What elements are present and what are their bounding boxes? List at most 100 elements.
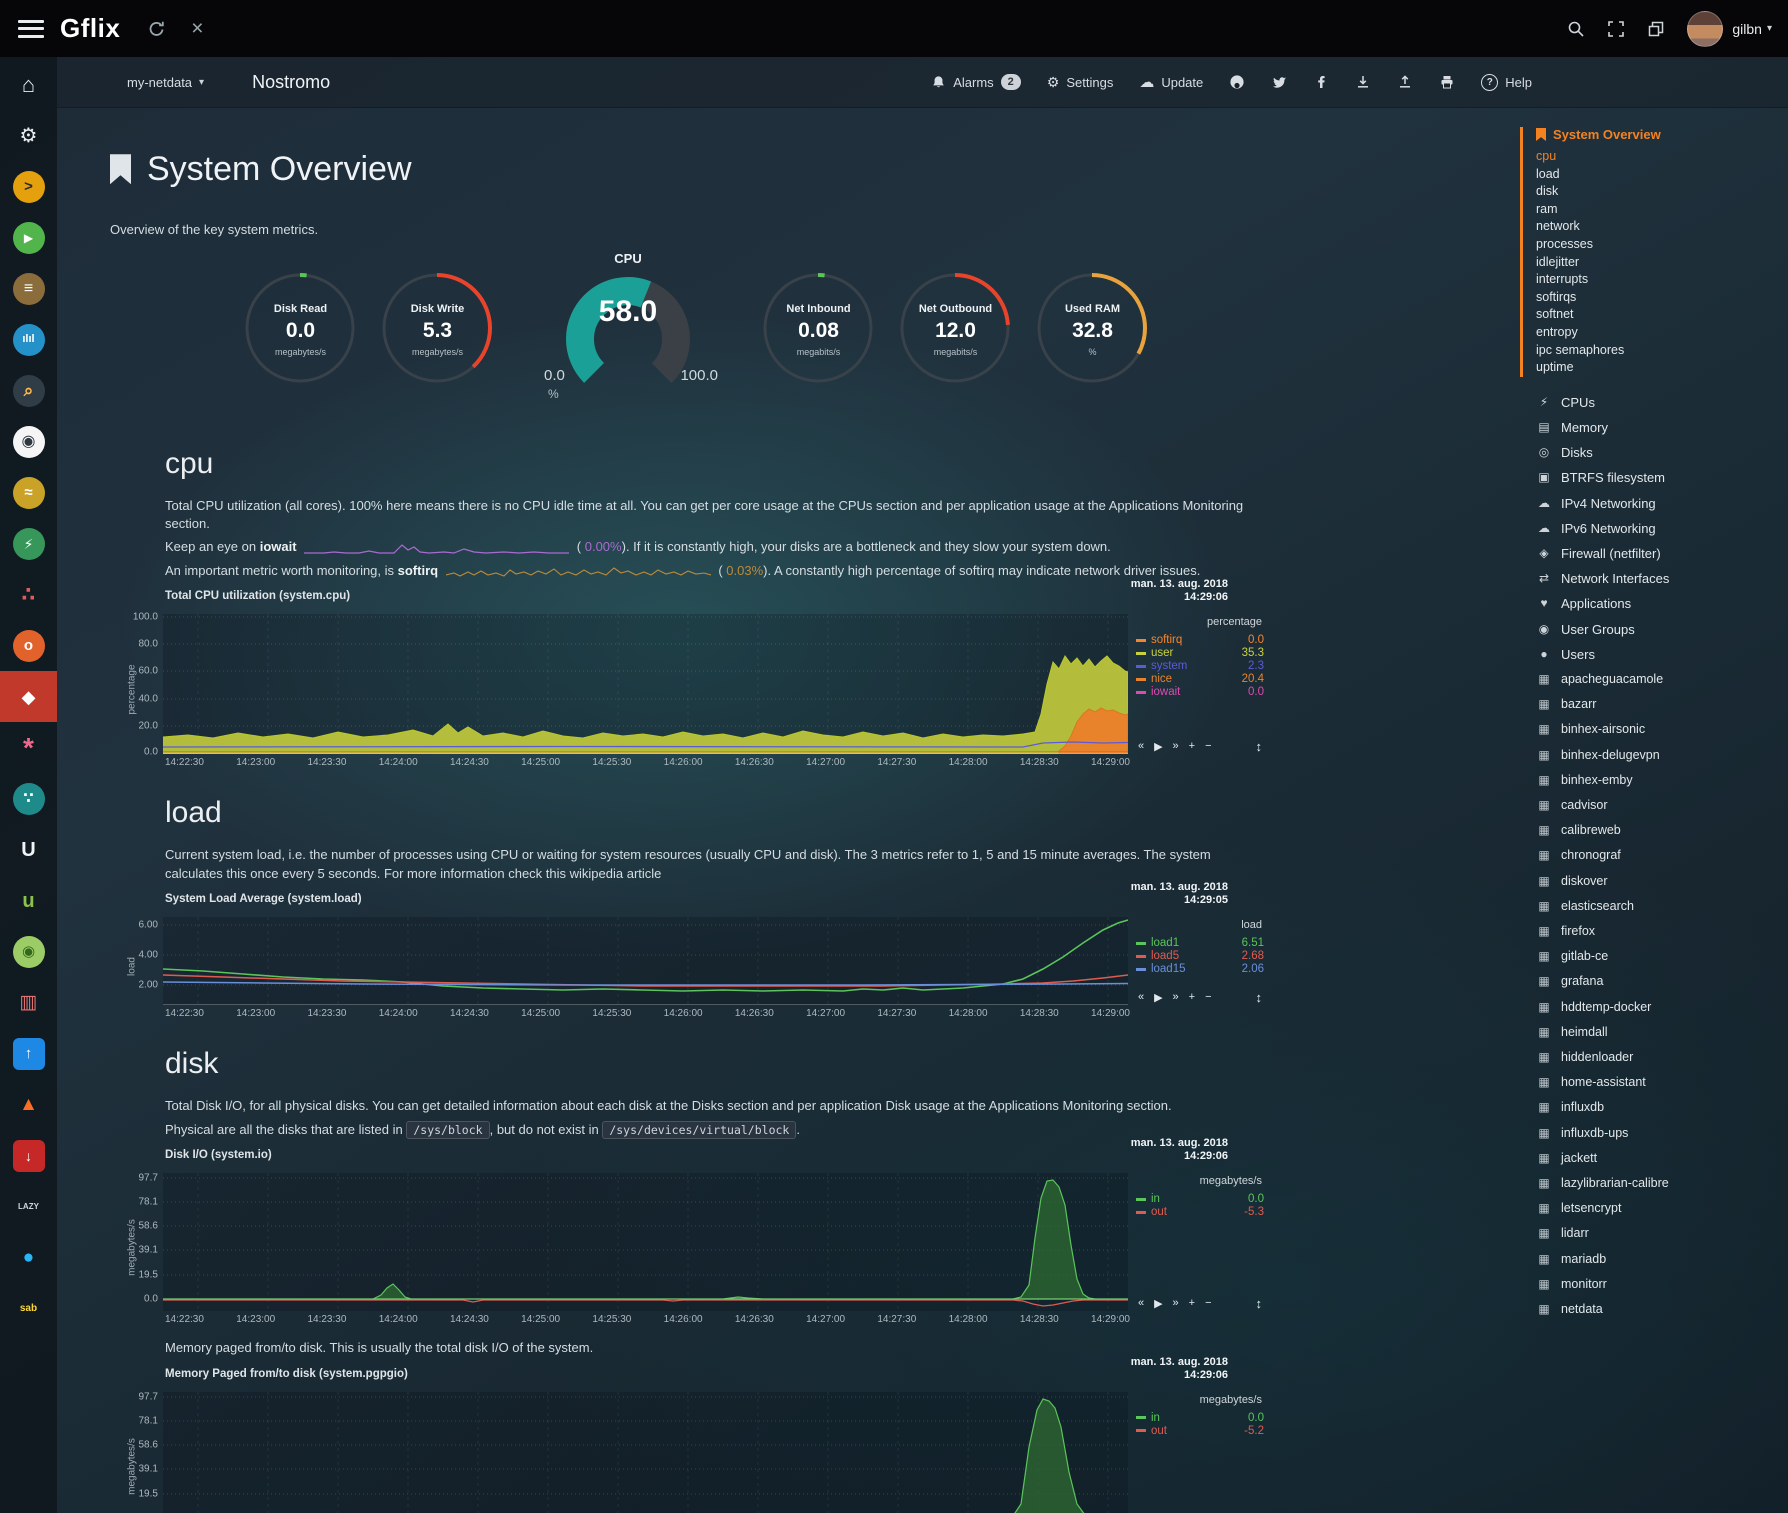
bazarr-icon[interactable]: ≈	[0, 467, 57, 518]
menu-subitem[interactable]: softnet	[1536, 306, 1788, 324]
softirq-sparkline[interactable]	[446, 564, 711, 578]
chart-toolbox-button[interactable]: «	[1138, 991, 1144, 1004]
search-icon[interactable]	[1567, 20, 1585, 38]
load-chart-plot[interactable]	[163, 917, 1128, 1005]
menu-subitem[interactable]: idlejitter	[1536, 254, 1788, 272]
menu-section-item[interactable]: ☁ IPv6 Networking	[1536, 516, 1788, 541]
menu-app-item[interactable]: ▦ hddtemp-docker	[1536, 995, 1788, 1020]
fullscreen-icon[interactable]	[1607, 20, 1625, 38]
chart-toolbox-button[interactable]: −	[1205, 740, 1211, 753]
menu-subitem[interactable]: ram	[1536, 201, 1788, 219]
chart-toolbox-button[interactable]: +	[1189, 991, 1195, 1004]
airsonic-icon[interactable]: ılıl	[0, 314, 57, 365]
menu-app-item[interactable]: ▦ lidarr	[1536, 1221, 1788, 1246]
menu-subitem[interactable]: load	[1536, 166, 1788, 184]
menu-subitem[interactable]: disk	[1536, 183, 1788, 201]
update-button[interactable]: ☁ Update	[1139, 73, 1203, 91]
calibre-icon[interactable]: ≡	[0, 263, 57, 314]
menu-subitem[interactable]: network	[1536, 218, 1788, 236]
home-icon[interactable]: ⌂	[0, 59, 57, 110]
unraid-icon[interactable]: U	[0, 824, 57, 875]
menu-app-item[interactable]: ▦ netdata	[1536, 1297, 1788, 1322]
menu-subitem[interactable]: processes	[1536, 236, 1788, 254]
menu-app-item[interactable]: ▦ bazarr	[1536, 692, 1788, 717]
netdata-icon[interactable]: ◆	[0, 671, 57, 722]
chart-toolbox-button[interactable]: −	[1205, 1297, 1211, 1310]
linuxserver-icon[interactable]: ∴	[0, 569, 57, 620]
menu-app-item[interactable]: ▦ mariadb	[1536, 1247, 1788, 1272]
chart-toolbox-button[interactable]: ▶	[1154, 740, 1162, 753]
legend-row[interactable]: load15 2.06	[1136, 963, 1264, 975]
menu-app-item[interactable]: ▦ heimdall	[1536, 1020, 1788, 1045]
legend-row[interactable]: load5 2.68	[1136, 950, 1264, 962]
twitter-icon[interactable]	[1271, 74, 1287, 90]
menu-app-item[interactable]: ▦ grafana	[1536, 969, 1788, 994]
filebrowser-icon[interactable]: ↑	[0, 1028, 57, 1079]
username-menu[interactable]: gilbn ▾	[1732, 21, 1772, 37]
menu-section-item[interactable]: ⇄ Network Interfaces	[1536, 566, 1788, 591]
meter-icon[interactable]: ▥	[0, 977, 57, 1028]
chart-toolbox-button[interactable]: +	[1189, 740, 1195, 753]
chart-toolbox-button[interactable]: ▶	[1154, 1297, 1162, 1310]
menu-subitem[interactable]: uptime	[1536, 359, 1788, 377]
legend-row[interactable]: system 2.3	[1136, 660, 1264, 672]
refresh-icon[interactable]	[148, 20, 165, 37]
menu-app-item[interactable]: ▦ cadvisor	[1536, 793, 1788, 818]
pgpgio-chart-plot[interactable]	[163, 1392, 1128, 1513]
chart-toolbox-button[interactable]: −	[1205, 991, 1211, 1004]
alarms-button[interactable]: Alarms 2	[931, 74, 1021, 90]
menu-app-item[interactable]: ▦ influxdb	[1536, 1095, 1788, 1120]
menu-app-item[interactable]: ▦ lazylibrarian-calibre	[1536, 1171, 1788, 1196]
export-snapshot-icon[interactable]	[1397, 74, 1413, 90]
menu-subitem[interactable]: interrupts	[1536, 271, 1788, 289]
menu-section-item[interactable]: ◉ User Groups	[1536, 617, 1788, 642]
menu-app-item[interactable]: ▦ gitlab-ce	[1536, 944, 1788, 969]
net-outbound-gauge[interactable]: Net Outbound 12.0 megabits/s	[887, 267, 1024, 419]
menu-section-item[interactable]: ▤ Memory	[1536, 415, 1788, 440]
help-button[interactable]: ? Help	[1481, 74, 1532, 91]
disk-chart-plot[interactable]	[163, 1173, 1128, 1311]
ubooquity-icon[interactable]: u	[0, 875, 57, 926]
tautulli-icon[interactable]: ●	[0, 1232, 57, 1283]
lazylibrarian-icon[interactable]: LAZY	[0, 1181, 57, 1232]
cpu-gauge[interactable]: CPU 58.0 0.0 100.0 %	[528, 251, 728, 403]
flower-icon[interactable]: *	[0, 722, 57, 773]
menu-subitem[interactable]: entropy	[1536, 324, 1788, 342]
menu-app-item[interactable]: ▦ binhex-delugevpn	[1536, 743, 1788, 768]
menu-app-item[interactable]: ▦ chronograf	[1536, 843, 1788, 868]
menu-app-item[interactable]: ▦ apacheguacamole	[1536, 667, 1788, 692]
legend-row[interactable]: load1 6.51	[1136, 937, 1264, 949]
menu-app-item[interactable]: ▦ diskover	[1536, 869, 1788, 894]
legend-row[interactable]: nice 20.4	[1136, 673, 1264, 685]
jackett-icon[interactable]: ⌕	[0, 365, 57, 416]
menu-app-item[interactable]: ▦ calibreweb	[1536, 818, 1788, 843]
net-inbound-gauge[interactable]: Net Inbound 0.08 megabits/s	[750, 267, 887, 419]
print-icon[interactable]	[1439, 74, 1455, 90]
facebook-icon[interactable]	[1313, 74, 1329, 90]
chart-toolbox-button[interactable]: »	[1173, 740, 1179, 753]
radarr-icon[interactable]: ◉	[0, 416, 57, 467]
cadvisor-icon[interactable]: ⚡	[0, 518, 57, 569]
chart-toolbox-button[interactable]: »	[1173, 991, 1179, 1004]
menu-app-item[interactable]: ▦ firefox	[1536, 919, 1788, 944]
hamburger-menu-icon[interactable]	[18, 20, 44, 38]
chart-toolbox-button[interactable]: «	[1138, 1297, 1144, 1310]
menu-section-item[interactable]: ◈ Firewall (netfilter)	[1536, 541, 1788, 566]
close-icon[interactable]: ×	[191, 17, 203, 41]
avatar[interactable]	[1687, 11, 1723, 47]
chart-resize-handle[interactable]: ↕	[1256, 990, 1263, 1005]
chart-resize-handle[interactable]: ↕	[1256, 1296, 1263, 1311]
gitlab-icon[interactable]: ▲	[0, 1079, 57, 1130]
menu-item-system-overview[interactable]: System Overview	[1536, 127, 1788, 142]
legend-row[interactable]: in 0.0	[1136, 1193, 1264, 1205]
chart-toolbox-button[interactable]: +	[1189, 1297, 1195, 1310]
menu-app-item[interactable]: ▦ influxdb-ups	[1536, 1121, 1788, 1146]
settings-icon[interactable]: ⚙	[0, 110, 57, 161]
menu-app-item[interactable]: ▦ hiddenloader	[1536, 1045, 1788, 1070]
legend-row[interactable]: softirq 0.0	[1136, 634, 1264, 646]
legend-row[interactable]: out -5.2	[1136, 1425, 1264, 1437]
server-dropdown[interactable]: my-netdata ▾	[127, 75, 204, 90]
menu-section-item[interactable]: ⚡ CPUs	[1536, 390, 1788, 415]
windows-icon[interactable]	[1647, 20, 1665, 38]
github-icon[interactable]	[1229, 74, 1245, 90]
